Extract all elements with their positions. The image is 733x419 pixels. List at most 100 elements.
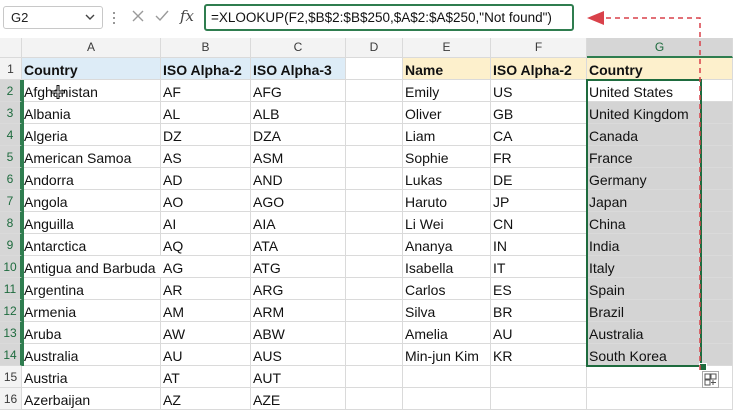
cell[interactable] (346, 322, 403, 344)
row-header-9[interactable]: 9 (0, 234, 22, 256)
table-cell[interactable]: IN (491, 234, 587, 256)
cell[interactable] (491, 388, 587, 410)
table-cell[interactable]: AG (161, 256, 251, 278)
table-cell[interactable]: AQ (161, 234, 251, 256)
table-cell[interactable]: ASM (251, 146, 346, 168)
cell[interactable] (346, 124, 403, 146)
table-cell[interactable]: American Samoa (22, 146, 161, 168)
table-cell[interactable]: AIA (251, 212, 346, 234)
table-cell[interactable]: Antigua and Barbuda (22, 256, 161, 278)
formula-input[interactable]: =XLOOKUP(F2,$B$2:$B$250,$A$2:$A$250,"Not… (204, 4, 574, 31)
table-cell[interactable]: US (491, 80, 587, 102)
select-all-corner[interactable] (0, 38, 22, 58)
cell[interactable] (346, 102, 403, 124)
chevron-down-icon[interactable] (84, 11, 96, 23)
cell[interactable] (346, 278, 403, 300)
table-cell[interactable]: Argentina (22, 278, 161, 300)
table-cell[interactable]: CN (491, 212, 587, 234)
column-header-b[interactable]: B (161, 38, 251, 58)
table-cell[interactable]: Sophie (403, 146, 491, 168)
table-cell[interactable]: AM (161, 300, 251, 322)
table-cell[interactable]: AUS (251, 344, 346, 366)
table-cell[interactable]: AI (161, 212, 251, 234)
table-cell[interactable]: FR (491, 146, 587, 168)
column-header-c[interactable]: C (251, 38, 346, 58)
formula-bar-grip[interactable] (113, 8, 115, 28)
table-cell[interactable]: Isabella (403, 256, 491, 278)
table-cell[interactable]: AO (161, 190, 251, 212)
table-cell[interactable]: AL (161, 102, 251, 124)
row-header-2[interactable]: 2 (0, 80, 22, 102)
table-cell[interactable]: Aruba (22, 322, 161, 344)
table-cell[interactable]: Azerbaijan (22, 388, 161, 410)
table-cell[interactable]: AF (161, 80, 251, 102)
table-cell[interactable]: Min-jun Kim (403, 344, 491, 366)
row-header-1[interactable]: 1 (0, 58, 22, 80)
cell[interactable] (346, 146, 403, 168)
table-cell[interactable]: Algeria (22, 124, 161, 146)
insert-function-button[interactable]: fx (180, 7, 194, 25)
table-header-cell[interactable]: ISO Alpha-2 (161, 58, 251, 80)
table-cell[interactable]: AND (251, 168, 346, 190)
row-header-13[interactable]: 13 (0, 322, 22, 344)
table-cell[interactable]: AFG (251, 80, 346, 102)
fill-handle[interactable] (699, 363, 707, 371)
column-header-f[interactable]: F (491, 38, 587, 58)
table-cell[interactable]: Albania (22, 102, 161, 124)
table-cell[interactable]: ES (491, 278, 587, 300)
row-header-5[interactable]: 5 (0, 146, 22, 168)
cell[interactable] (346, 80, 403, 102)
cell[interactable] (346, 388, 403, 410)
cell[interactable] (346, 256, 403, 278)
cell[interactable] (403, 388, 491, 410)
table-cell[interactable]: AR (161, 278, 251, 300)
table-cell[interactable]: ALB (251, 102, 346, 124)
table-cell[interactable]: AGO (251, 190, 346, 212)
table-cell[interactable]: AD (161, 168, 251, 190)
row-header-7[interactable]: 7 (0, 190, 22, 212)
cell[interactable] (587, 388, 733, 410)
table-cell[interactable]: Australia (22, 344, 161, 366)
check-icon[interactable] (154, 8, 170, 24)
table-header-cell[interactable]: Country (22, 58, 161, 80)
cell[interactable] (346, 366, 403, 388)
table-cell[interactable]: AW (161, 322, 251, 344)
row-header-11[interactable]: 11 (0, 278, 22, 300)
table-cell[interactable]: AZ (161, 388, 251, 410)
table-cell[interactable]: DZ (161, 124, 251, 146)
table-cell[interactable]: Amelia (403, 322, 491, 344)
cell[interactable] (346, 212, 403, 234)
table-header-cell[interactable]: Country (587, 58, 733, 80)
table-cell[interactable]: GB (491, 102, 587, 124)
table-cell[interactable]: Anguilla (22, 212, 161, 234)
table-cell[interactable]: ABW (251, 322, 346, 344)
row-header-8[interactable]: 8 (0, 212, 22, 234)
table-cell[interactable]: AS (161, 146, 251, 168)
cell[interactable] (346, 344, 403, 366)
row-header-14[interactable]: 14 (0, 344, 22, 366)
table-cell[interactable]: JP (491, 190, 587, 212)
row-header-4[interactable]: 4 (0, 124, 22, 146)
row-header-6[interactable]: 6 (0, 168, 22, 190)
table-cell[interactable]: IT (491, 256, 587, 278)
table-cell[interactable]: AU (161, 344, 251, 366)
cell[interactable] (403, 366, 491, 388)
name-box[interactable]: G2 (3, 6, 103, 29)
cell[interactable] (491, 366, 587, 388)
table-cell[interactable]: ATG (251, 256, 346, 278)
table-cell[interactable]: Afghanistan (22, 80, 161, 102)
x-icon[interactable] (130, 8, 146, 24)
table-cell[interactable]: KR (491, 344, 587, 366)
table-header-cell[interactable]: ISO Alpha-3 (251, 58, 346, 80)
table-cell[interactable]: AT (161, 366, 251, 388)
table-header-cell[interactable]: ISO Alpha-2 (491, 58, 587, 80)
table-cell[interactable]: BR (491, 300, 587, 322)
row-header-10[interactable]: 10 (0, 256, 22, 278)
table-cell[interactable]: ATA (251, 234, 346, 256)
table-cell[interactable]: DE (491, 168, 587, 190)
row-header-15[interactable]: 15 (0, 366, 22, 388)
cell[interactable] (346, 190, 403, 212)
cell[interactable] (346, 168, 403, 190)
table-cell[interactable]: Armenia (22, 300, 161, 322)
table-cell[interactable]: Antarctica (22, 234, 161, 256)
